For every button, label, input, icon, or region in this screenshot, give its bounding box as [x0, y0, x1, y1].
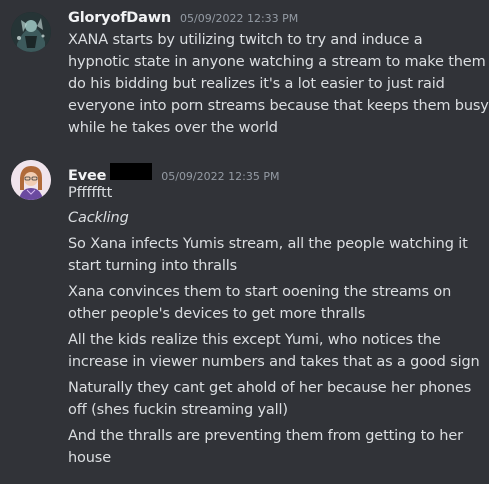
message-text-line: hypnotic state in anyone watching a stre… — [68, 54, 486, 70]
message-text-line: everyone into porn streams because that … — [68, 98, 489, 114]
message-text-line: XANA starts by utilizing twitch to try a… — [68, 32, 423, 48]
message-timestamp[interactable]: 05/09/2022 12:35 PM — [161, 170, 279, 183]
message-text-line: Pffffftt — [68, 185, 113, 201]
message-text-line: house — [68, 450, 111, 466]
message-text-line: Cackling — [68, 210, 129, 226]
message-text-line: start turning into thralls — [68, 258, 238, 274]
message-text-line: off (shes fuckin streaming yall) — [68, 402, 288, 418]
message-text-line: while he takes over the world — [68, 120, 278, 136]
message-timestamp[interactable]: 05/09/2022 12:33 PM — [180, 12, 298, 25]
message-text-line: other people's devices to get more thral… — [68, 306, 366, 322]
message-author[interactable]: GloryofDawn — [68, 10, 171, 26]
message-text-line: do his bidding but realizes it's a lot e… — [68, 76, 445, 92]
message-text-line: All the kids realize this except Yumi, w… — [68, 332, 441, 348]
gloryofdawn-avatar-icon[interactable] — [11, 12, 51, 52]
message-text-line: And the thralls are preventing them from… — [68, 428, 463, 444]
message-text-line: Xana convinces them to start ooening the… — [68, 284, 452, 300]
message-author[interactable]: Evee — [68, 168, 106, 184]
redaction-bar — [110, 163, 153, 180]
message-text-line: Naturally they cant get ahold of her bec… — [68, 380, 472, 396]
message-text-line: increase in viewer numbers and takes tha… — [68, 354, 480, 370]
message-text-line: So Xana infects Yumis stream, all the pe… — [68, 236, 468, 252]
evee-avatar-icon[interactable] — [11, 160, 51, 200]
